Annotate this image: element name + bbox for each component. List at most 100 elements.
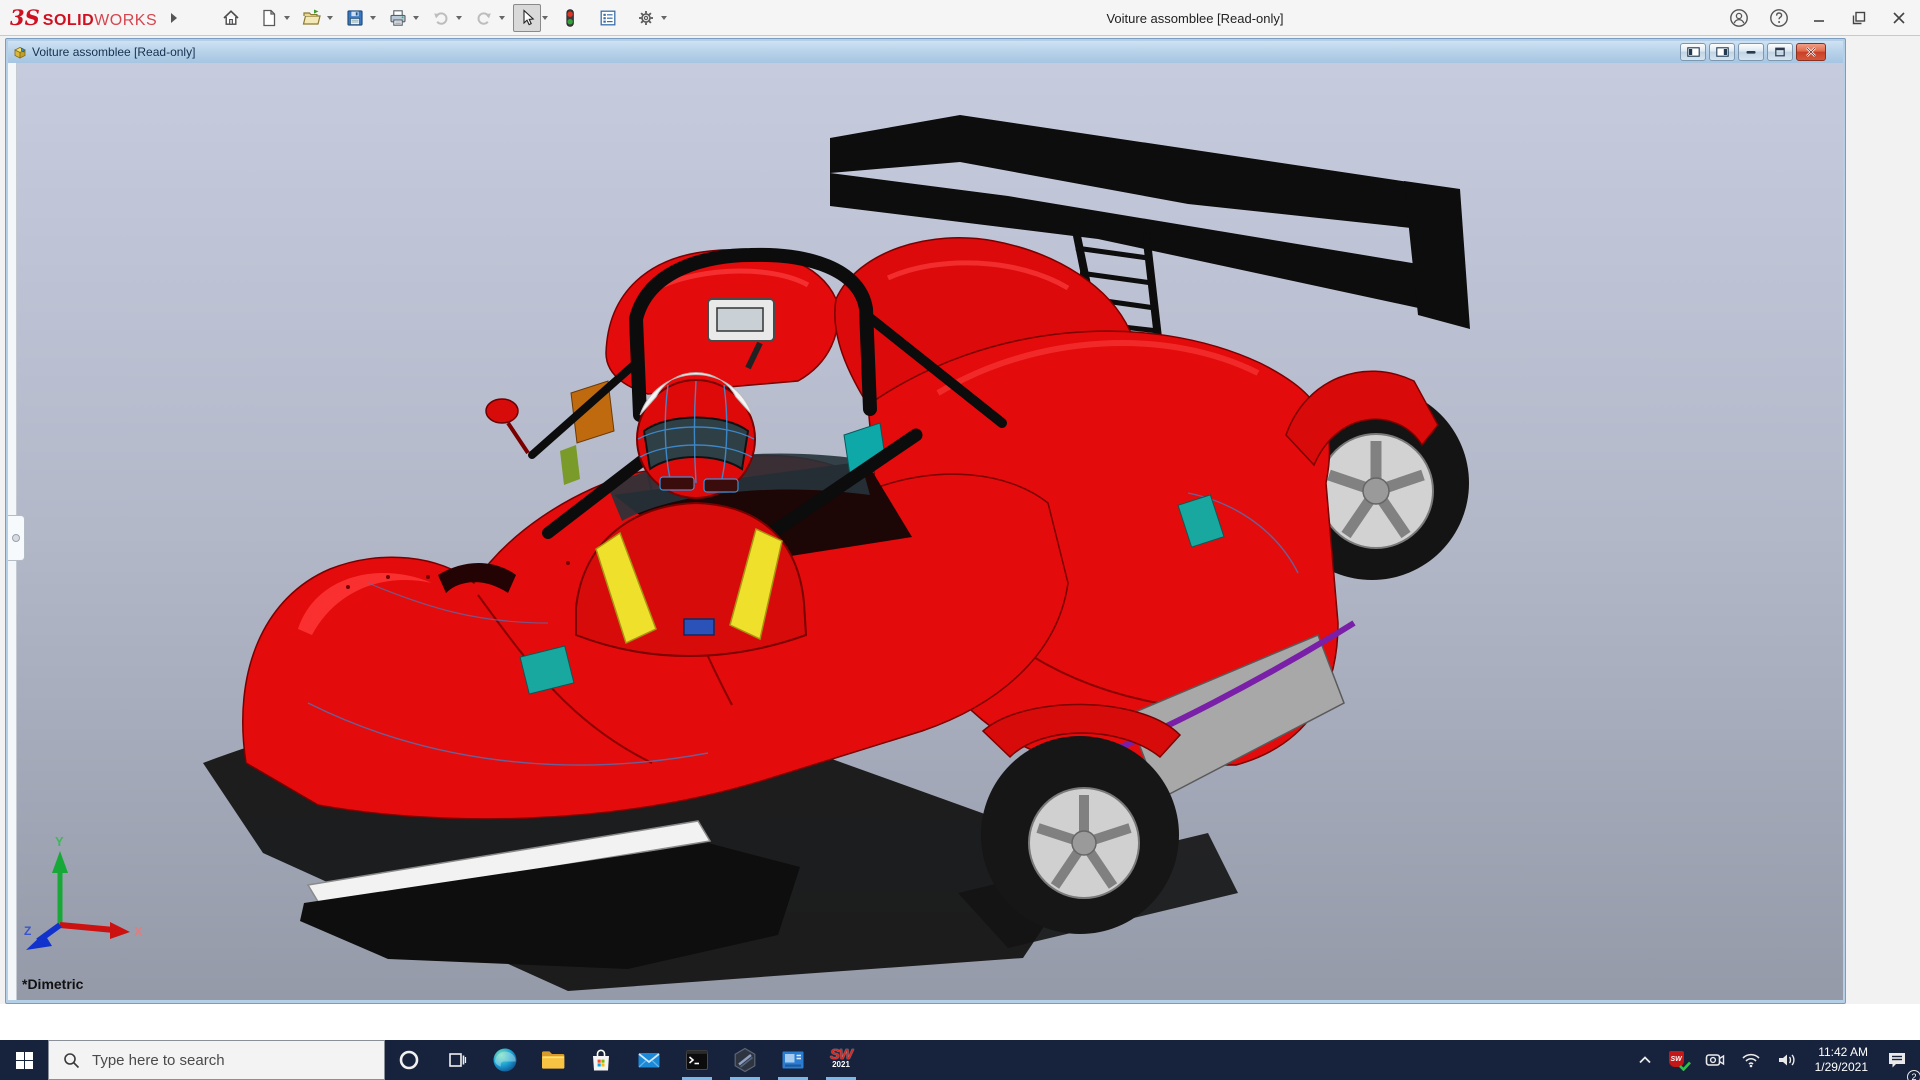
redo-icon (474, 8, 494, 28)
new-document-dropdown-icon[interactable] (284, 16, 290, 20)
triad-z-label: Z (24, 924, 31, 938)
search-input[interactable] (92, 1052, 352, 1069)
print-button[interactable] (384, 4, 412, 32)
undo-icon (431, 8, 451, 28)
edge-icon (491, 1046, 519, 1074)
taskbar-search[interactable] (48, 1040, 385, 1080)
windows-logo-icon (16, 1052, 33, 1069)
open-dropdown-icon[interactable] (327, 16, 333, 20)
action-center-button[interactable]: 2 (1880, 1040, 1914, 1080)
tray-show-hidden-button[interactable] (1631, 1040, 1659, 1080)
tray-date: 1/29/2021 (1815, 1060, 1868, 1075)
print-icon (388, 8, 408, 28)
account-icon (1728, 7, 1750, 29)
toolbar-flyout-arrow-icon[interactable] (171, 13, 177, 23)
open-icon (301, 8, 323, 28)
solidworks-logo: 3S SOLID WORKS (10, 5, 157, 30)
viewport-3d[interactable]: Y X Z *Dimetric (8, 63, 1843, 1000)
redo-dropdown-icon[interactable] (499, 16, 505, 20)
tray-time: 11:42 AM (1815, 1045, 1868, 1060)
tray-clock[interactable]: 11:42 AM 1/29/2021 (1807, 1045, 1876, 1075)
undo-button[interactable] (427, 4, 455, 32)
app-titlebar: 3S SOLID WORKS (0, 0, 1920, 36)
document-title: Voiture assomblee [Read-only] (32, 45, 195, 59)
taskbar-app-store[interactable] (577, 1040, 625, 1080)
taskbar-app-solidworks[interactable]: SW 2021 (817, 1040, 865, 1080)
wifi-icon (1741, 1052, 1761, 1068)
sw-icon-year: 2021 (832, 1060, 850, 1070)
close-button[interactable] (1884, 3, 1914, 33)
doc-close-button[interactable] (1796, 43, 1826, 61)
start-button[interactable] (0, 1040, 48, 1080)
restore-icon (1848, 7, 1870, 29)
splitter-dot-icon (12, 534, 20, 542)
triad-x-label: X (134, 924, 143, 939)
action-center-icon (1886, 1050, 1908, 1070)
document-titlebar[interactable]: Voiture assomblee [Read-only] (8, 41, 1843, 63)
document-controls (1680, 43, 1826, 61)
hexagon-app-icon (731, 1046, 759, 1074)
solidworks-logo-mark-icon: 3S (10, 5, 40, 30)
save-dropdown-icon[interactable] (370, 16, 376, 20)
solidworks-2021-icon: SW 2021 (830, 1050, 852, 1070)
solidworks-tray-icon: SW (1669, 1051, 1689, 1069)
tray-meet-now-button[interactable] (1699, 1040, 1731, 1080)
assembly-icon (12, 45, 27, 60)
doc-restore-button[interactable] (1767, 43, 1793, 61)
doc-right-pane-button[interactable] (1709, 43, 1735, 61)
task-view-icon (446, 1049, 468, 1071)
home-button[interactable] (217, 4, 245, 32)
mail-icon (635, 1046, 663, 1074)
restore-button[interactable] (1844, 3, 1874, 33)
search-icon (63, 1052, 80, 1069)
doc-minimize-button[interactable] (1738, 43, 1764, 61)
cortana-button[interactable] (385, 1040, 433, 1080)
taskbar-app-hexagon[interactable] (721, 1040, 769, 1080)
redo-button[interactable] (470, 4, 498, 32)
task-view-button[interactable] (433, 1040, 481, 1080)
save-button[interactable] (341, 4, 369, 32)
file-explorer-icon (539, 1046, 567, 1074)
store-icon (587, 1046, 615, 1074)
tray-volume-button[interactable] (1771, 1040, 1803, 1080)
options-dropdown-icon[interactable] (661, 16, 667, 20)
sw-icon-letters: SW (830, 1050, 852, 1060)
front-right-wheel (981, 704, 1180, 934)
feature-panel-handle[interactable] (8, 515, 25, 561)
options-button[interactable] (632, 4, 660, 32)
document-window: Voiture assomblee [Read-only] (5, 38, 1846, 1004)
minimize-button[interactable] (1804, 3, 1834, 33)
left-mirror (486, 399, 528, 453)
minimize-icon (1808, 7, 1830, 29)
notification-badge: 2 (1907, 1070, 1920, 1080)
account-button[interactable] (1724, 3, 1754, 33)
tray-solidworks-agent[interactable]: SW (1663, 1040, 1695, 1080)
taskbar-app-mail[interactable] (625, 1040, 673, 1080)
speaker-icon (1777, 1052, 1797, 1068)
new-document-button[interactable] (255, 4, 283, 32)
taskbar-app-edge[interactable] (481, 1040, 529, 1080)
orientation-triad: Y X Z (22, 833, 152, 958)
tray-network-button[interactable] (1735, 1040, 1767, 1080)
taskbar-app-file-explorer[interactable] (529, 1040, 577, 1080)
print-dropdown-icon[interactable] (413, 16, 419, 20)
help-icon (1768, 7, 1790, 29)
doc-left-pane-button[interactable] (1680, 43, 1706, 61)
main-toolbar (217, 4, 675, 32)
taskbar-app-command-prompt[interactable] (673, 1040, 721, 1080)
options-gear-icon (636, 8, 656, 28)
cortana-icon (398, 1049, 420, 1071)
car-model-render (8, 63, 1843, 1000)
brand-name-light: WORKS (94, 12, 157, 30)
document-properties-icon (598, 8, 618, 28)
titlebar-controls (1724, 0, 1914, 36)
select-button[interactable] (513, 4, 541, 32)
document-properties-button[interactable] (594, 4, 622, 32)
select-dropdown-icon[interactable] (542, 16, 548, 20)
help-button[interactable] (1764, 3, 1794, 33)
undo-dropdown-icon[interactable] (456, 16, 462, 20)
rebuild-button[interactable] (556, 4, 584, 32)
taskbar-app-window[interactable] (769, 1040, 817, 1080)
home-icon (221, 8, 241, 28)
open-button[interactable] (298, 4, 326, 32)
